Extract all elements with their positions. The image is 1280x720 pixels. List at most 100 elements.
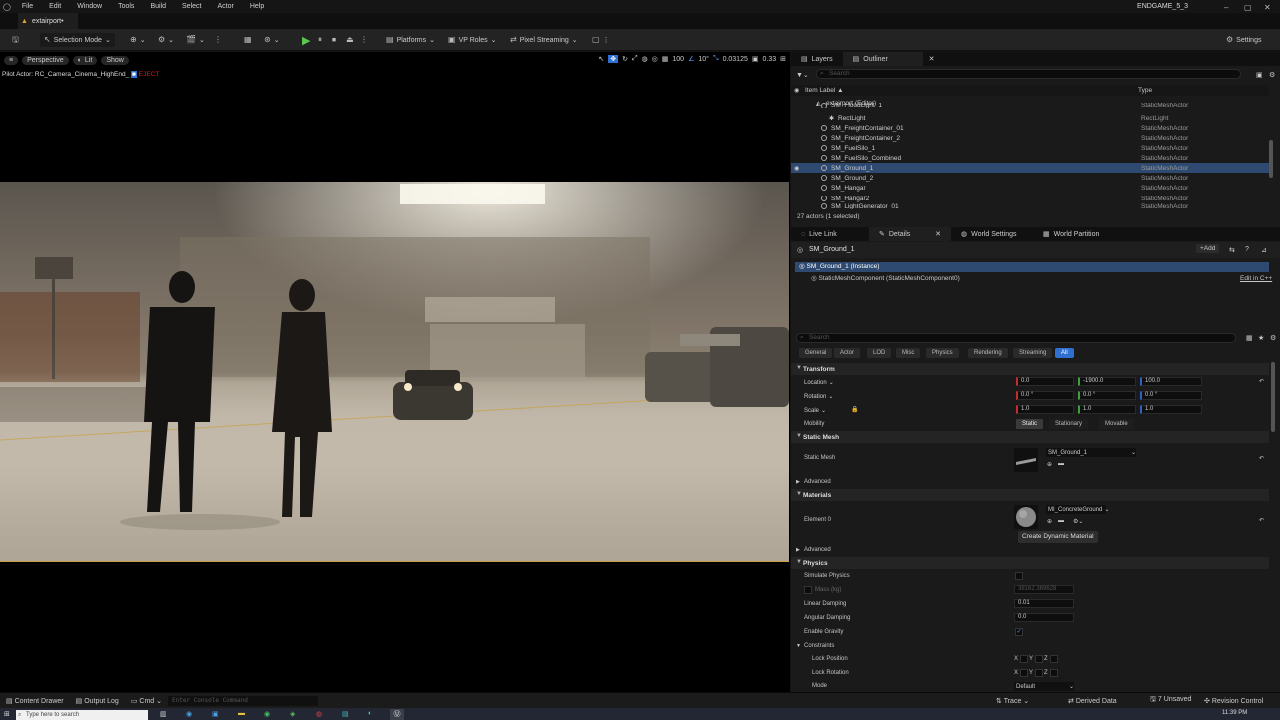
reset-icon[interactable]: ↶ — [1259, 455, 1264, 462]
rotate-tool-icon[interactable]: ↻ — [622, 55, 628, 63]
maximize-icon[interactable]: ▢ — [1244, 3, 1252, 12]
mobility-static[interactable]: Static — [1016, 419, 1044, 429]
details-search-input[interactable]: ⌕ Search — [796, 333, 1236, 343]
lock-rotation-y-checkbox[interactable] — [1035, 669, 1043, 677]
transform-section[interactable]: ▼ Transform — [791, 363, 1269, 375]
filter-streaming[interactable]: Streaming — [1013, 348, 1053, 358]
level-tab[interactable]: ▲ extairport• — [18, 13, 78, 29]
taskbar-search-input[interactable]: ⌕ Type here to search — [16, 710, 148, 720]
materials-section[interactable]: ▼ Materials — [791, 489, 1269, 501]
tab-layers[interactable]: ▤ Layers — [791, 52, 843, 66]
filter-icon[interactable]: ▼⌄ — [796, 71, 809, 79]
location-z-field[interactable]: 100.0 — [1140, 377, 1202, 386]
static-mesh-picker[interactable]: SM_Ground_1 ⌄ — [1046, 448, 1136, 457]
close-icon[interactable]: ✕ — [1264, 3, 1271, 12]
vp-roles-button[interactable]: ▣ VP Roles ⌄ — [448, 33, 497, 47]
game-icon[interactable]: ⊛ ⌄ — [264, 33, 280, 47]
browse-icon[interactable]: ⊕ — [1047, 461, 1052, 468]
perspective-button[interactable]: Perspective — [22, 55, 69, 65]
lock-position-x-checkbox[interactable] — [1020, 655, 1028, 663]
pause-button[interactable]: ⏸ — [318, 33, 322, 47]
scale-dropdown[interactable]: Scale ⌄ — [804, 407, 826, 415]
close-details-icon[interactable]: ✕ — [935, 230, 941, 238]
settings-button[interactable]: ⚙ Settings — [1226, 33, 1261, 47]
add-folder-icon[interactable]: ▣ — [1256, 71, 1263, 79]
tab-details[interactable]: ✎ Details ✕ — [869, 227, 951, 241]
material-options-icon[interactable]: ⚙⌄ — [1073, 518, 1083, 525]
camera-icon[interactable]: ■ — [131, 71, 137, 78]
rotation-z-field[interactable]: 0.0 ° — [1140, 391, 1202, 400]
linear-damping-field[interactable]: 0.01 — [1014, 599, 1074, 608]
constraint-mode-dropdown[interactable]: Default ⌄ — [1014, 682, 1074, 691]
trace-button[interactable]: ⇅ Trace ⌄ — [996, 697, 1029, 705]
angle-snap-icon[interactable]: ∠ — [688, 55, 694, 63]
outliner-scrollbar[interactable] — [1269, 140, 1273, 178]
derived-data-button[interactable]: ⇄ Derived Data — [1068, 697, 1117, 705]
filter-actor[interactable]: Actor — [834, 348, 861, 358]
blueprint-icon[interactable]: ⇆ — [1229, 246, 1235, 254]
mobility-movable[interactable]: Movable — [1099, 419, 1134, 429]
mobility-stationary[interactable]: Stationary — [1049, 419, 1089, 429]
outliner-row[interactable]: SM_FreightContainer_01 StaticMeshActor — [791, 123, 1269, 133]
lock-rotation-x-checkbox[interactable] — [1020, 669, 1028, 677]
filter-misc[interactable]: Misc — [896, 348, 921, 358]
lock-panel-icon[interactable]: ⊿ — [1261, 246, 1267, 254]
outliner-search-input[interactable]: ⌕ Search — [816, 69, 1241, 79]
task-view-icon[interactable]: ▥ — [160, 710, 167, 718]
blueprint-button[interactable]: ⚙ ⌄ — [158, 33, 174, 47]
details-scrollbar[interactable] — [1271, 362, 1275, 432]
eye-icon[interactable]: ◉ — [794, 87, 799, 94]
revision-control-button[interactable]: ✣ Revision Control — [1204, 697, 1263, 705]
rotation-x-field[interactable]: 0.0 ° — [1016, 391, 1074, 400]
cmd-dropdown[interactable]: ▭ Cmd ⌄ — [125, 697, 168, 705]
scale-snap-value[interactable]: 0.03125 — [723, 56, 748, 63]
unreal-taskbar-icon[interactable]: Ⓤ — [390, 709, 404, 720]
eject-button[interactable]: ⏏ — [346, 33, 354, 47]
scale-z-field[interactable]: 1.0 — [1140, 405, 1202, 414]
store-icon[interactable]: ▣ — [212, 710, 219, 718]
menu-select[interactable]: Select — [174, 3, 209, 10]
save-icon[interactable]: 🖫 — [12, 33, 19, 47]
edge-icon[interactable]: ◉ — [186, 710, 192, 718]
tab-world-partition[interactable]: ▦ World Partition — [1033, 227, 1109, 241]
filter-general[interactable]: General — [799, 348, 833, 358]
maximize-viewport-icon[interactable]: ⊞ — [780, 55, 786, 63]
menu-window[interactable]: Window — [69, 3, 110, 10]
physics-section[interactable]: ▼ Physics — [791, 557, 1269, 569]
camera-speed-value[interactable]: 0.33 — [763, 56, 777, 63]
scale-snap-icon[interactable]: ⤡ — [713, 55, 719, 63]
outliner-row[interactable]: SM_Ground_2 StaticMeshActor — [791, 173, 1269, 183]
component-row[interactable]: ◎ StaticMeshComponent (StaticMeshCompone… — [811, 274, 960, 282]
explorer-icon[interactable]: ▬ — [238, 710, 245, 717]
create-dynamic-material-button[interactable]: Create Dynamic Material — [1018, 531, 1098, 543]
static-mesh-advanced[interactable]: ▶ Advanced — [791, 476, 1269, 488]
tab-live-link[interactable]: ◌ Live Link — [791, 227, 869, 241]
grid-snap-icon[interactable]: ▦ — [662, 55, 669, 63]
add-component-button[interactable]: +Add — [1196, 244, 1220, 253]
details-settings-icon[interactable]: ⚙ — [1270, 334, 1276, 342]
enable-gravity-checkbox[interactable]: ✓ — [1015, 628, 1023, 636]
eject-pilot-link[interactable]: EJECT — [139, 71, 160, 78]
move-tool-icon[interactable]: ✥ — [608, 55, 619, 63]
simulate-physics-checkbox[interactable] — [1015, 572, 1023, 580]
world-icon[interactable]: ◍ — [642, 55, 648, 63]
static-mesh-thumbnail[interactable] — [1014, 448, 1038, 472]
lock-position-y-checkbox[interactable] — [1035, 655, 1043, 663]
angular-damping-field[interactable]: 0.0 — [1014, 613, 1074, 622]
outliner-row[interactable]: SM_FuelSilo_Combined StaticMeshActor — [791, 153, 1269, 163]
show-button[interactable]: Show — [101, 55, 129, 65]
scale-tool-icon[interactable]: ⤢ — [632, 55, 638, 63]
filter-all[interactable]: All — [1055, 348, 1074, 358]
app3-icon[interactable]: ▤ — [342, 710, 349, 718]
folder-icon[interactable]: ▬ — [1058, 518, 1064, 524]
modes-button[interactable]: ⋮ — [214, 33, 222, 47]
col-type[interactable]: Type — [1138, 87, 1152, 94]
pixel-streaming-button[interactable]: ⇄ Pixel Streaming ⌄ — [510, 33, 578, 47]
play-options-button[interactable]: ⋮ — [360, 33, 368, 47]
table-view-icon[interactable]: ▦ — [1246, 334, 1253, 342]
mass-override-checkbox[interactable] — [804, 586, 812, 594]
platforms-button[interactable]: ▤ Platforms ⌄ — [386, 33, 435, 47]
materials-advanced[interactable]: ▶ Advanced — [791, 544, 1269, 556]
scale-x-field[interactable]: 1.0 — [1016, 405, 1074, 414]
cinematics-button[interactable]: 🎬 ⌄ — [186, 33, 205, 47]
